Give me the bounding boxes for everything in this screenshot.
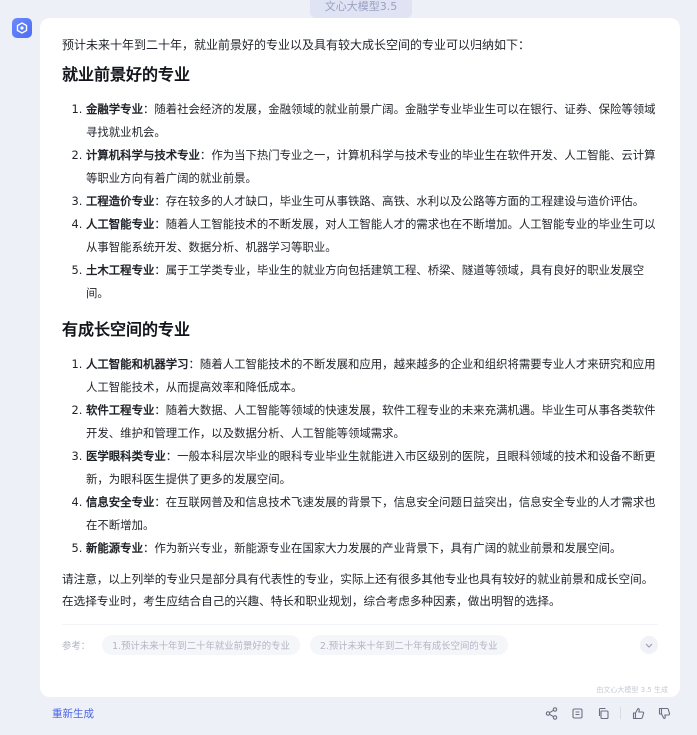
list-item: 医学眼科类专业：一般本科层次毕业的眼科专业毕业生就能进入市区级别的医院，且眼科领… [86, 445, 658, 491]
list-item: 人工智能和机器学习：随着人工智能技术的不断发展和应用，越来越多的企业和组织将需要… [86, 353, 658, 399]
thumbs-down-icon[interactable] [655, 704, 673, 722]
ernie-logo-icon [12, 18, 32, 38]
reference-link[interactable]: 2.预计未来十年到二十年有成长空间的专业 [309, 635, 508, 655]
section-heading-growth-space: 有成长空间的专业 [62, 320, 191, 339]
answer-card: 预计未来十年到二十年，就业前景好的专业以及具有较大成长空间的专业可以归纳如下： … [40, 18, 680, 697]
chevron-down-icon[interactable] [640, 636, 658, 654]
copy-icon[interactable] [568, 704, 586, 722]
list-item: 金融学专业：随着社会经济的发展，金融领域的就业前景广阔。金融学专业毕业生可以在银… [86, 98, 658, 144]
reference-link[interactable]: 1.预计未来十年到二十年就业前景好的专业 [102, 635, 300, 655]
answer-intro: 预计未来十年到二十年，就业前景好的专业以及具有较大成长空间的专业可以归纳如下： [62, 38, 531, 52]
action-toolbar [542, 704, 673, 722]
list-item: 工程造价专业：存在较多的人才缺口，毕业生可从事铁路、高铁、水利以及公路等方面的工… [86, 190, 658, 213]
list-item: 计算机科学与技术专业：作为当下热门专业之一，计算机科学与技术专业的毕业生在软件开… [86, 144, 658, 190]
section-heading-good-prospects: 就业前景好的专业 [62, 65, 191, 84]
model-version-tag: 文心大模型3.5 [310, 0, 412, 18]
toolbar-divider [620, 707, 621, 719]
list-item: 新能源专业：作为新兴专业，新能源专业在国家大力发展的产业背景下，具有广阔的就业前… [86, 537, 658, 560]
good-prospects-list: 金融学专业：随着社会经济的发展，金融领域的就业前景广阔。金融学专业毕业生可以在银… [62, 98, 658, 305]
share-icon[interactable] [542, 704, 560, 722]
growth-space-list: 人工智能和机器学习：随着人工智能技术的不断发展和应用，越来越多的企业和组织将需要… [62, 353, 658, 560]
list-item: 人工智能专业：随着人工智能技术的不断发展，对人工智能人才的需求也在不断增加。人工… [86, 213, 658, 259]
answer-closing: 请注意，以上列举的专业只是部分具有代表性的专业，实际上还有很多其他专业也具有较好… [62, 572, 654, 608]
list-item: 土木工程专业：属于工学类专业，毕业生的就业方向包括建筑工程、桥梁、隧道等领域，具… [86, 259, 658, 305]
references-bar: 参考： 1.预计未来十年到二十年就业前景好的专业 2.预计未来十年到二十年有成长… [62, 624, 658, 655]
thumbs-up-icon[interactable] [629, 704, 647, 722]
regenerate-button[interactable]: 重新生成 [52, 706, 94, 721]
list-item: 软件工程专业：随着大数据、人工智能等领域的快速发展，软件工程专业的未来充满机遇。… [86, 399, 658, 445]
generated-by-note: 由文心大模型 3.5 生成 [596, 686, 668, 694]
references-label: 参考： [62, 641, 91, 652]
duplicate-icon[interactable] [594, 704, 612, 722]
list-item: 信息安全专业：在互联网普及和信息技术飞速发展的背景下，信息安全问题日益突出，信息… [86, 491, 658, 537]
